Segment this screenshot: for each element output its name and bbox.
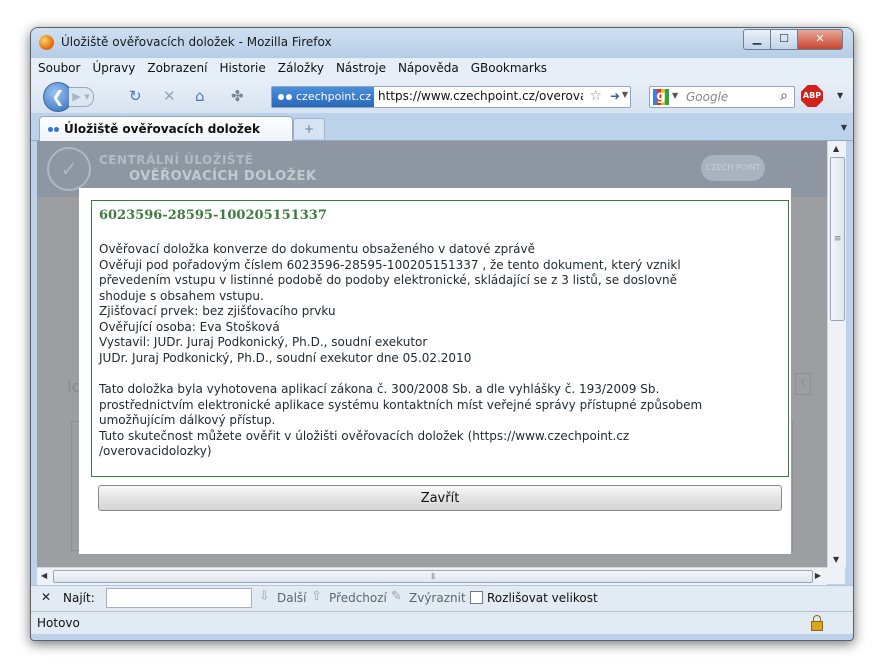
navigation-toolbar: ❮ ▶ ▾ ↻ ✕ ⌂ ✤ czechpoint.cz https://www.… xyxy=(31,79,853,113)
certificate-line: shoduje s obsahem vstupu. xyxy=(99,288,264,303)
google-engine-icon[interactable]: g xyxy=(653,89,669,105)
url-text[interactable]: https://www.czechpoint.cz/overovaci xyxy=(378,89,583,103)
search-bar[interactable]: g ▼ Google ⌕ xyxy=(649,86,795,108)
scroll-right-icon[interactable]: ▶ xyxy=(815,571,821,580)
certificate-line: Zjišťovací prvek: bez zjišťovacího prvku xyxy=(99,304,336,318)
match-case-label[interactable]: Rozlišovat velikost xyxy=(487,591,598,605)
find-label: Najít: xyxy=(63,591,95,605)
scroll-up-icon[interactable]: ▲ xyxy=(833,144,839,153)
menu-napoveda[interactable]: Nápověda xyxy=(391,58,464,75)
addon-icon[interactable]: ✤ xyxy=(231,87,244,105)
window-title: Úložiště ověřovacích doložek - Mozilla F… xyxy=(61,35,332,49)
search-icon[interactable]: ⌕ xyxy=(780,88,788,104)
match-case-checkbox[interactable] xyxy=(470,591,483,604)
browser-window: Úložiště ověřovacích doložek - Mozilla F… xyxy=(30,27,854,641)
vertical-scroll-thumb[interactable]: ≡ xyxy=(830,157,845,321)
new-tab-button[interactable]: + xyxy=(293,118,325,139)
find-next-button[interactable]: Další xyxy=(277,591,307,605)
checkmark-seal-icon: ✓ xyxy=(47,147,91,191)
highlight-button[interactable]: Zvýraznit xyxy=(409,591,466,605)
url-bar[interactable]: czechpoint.cz https://www.czechpoint.cz/… xyxy=(271,86,631,108)
scroll-down-icon[interactable]: ▼ xyxy=(833,555,839,564)
down-arrow-icon[interactable]: ⇩ xyxy=(259,589,270,604)
find-input[interactable] xyxy=(106,588,252,608)
status-bar: Hotovo xyxy=(31,611,853,634)
title-bar: Úložiště ověřovacích doložek - Mozilla F… xyxy=(31,28,853,58)
adblock-plus-icon[interactable]: ABP xyxy=(801,85,823,107)
vertical-scrollbar[interactable]: ▲ ≡ ▼ xyxy=(827,141,846,567)
find-previous-button[interactable]: Předchozí xyxy=(329,591,387,605)
certificate-line: převedením vstupu v listinné podobě do p… xyxy=(99,273,677,287)
scrollbar-corner xyxy=(827,567,845,584)
certificate-footer-line: prostřednictvím elektronické aplikace sy… xyxy=(99,397,703,412)
menu-soubor[interactable]: Soubor xyxy=(31,58,85,75)
find-bar: ✕ Najít: ⇩ Další ⇧ Předchozí ✎ Zvýraznit… xyxy=(31,585,853,611)
verification-dialog: 6023596-28595-100205151337 Ověřovací dol… xyxy=(79,188,791,554)
forward-button[interactable]: ▶ ▾ xyxy=(69,87,94,107)
certificate-footer-line: Tato doložka byla vyhotovena aplikací zá… xyxy=(99,382,660,396)
maximize-button[interactable]: ☐ xyxy=(770,29,798,50)
certificate-footer-line: umožňujícím dálkový přístup. xyxy=(99,413,276,427)
site-header-line1: CENTRÁLNÍ ÚLOŽIŠTĚ xyxy=(99,153,254,167)
czechpoint-logo: CZECH POINT xyxy=(701,155,765,181)
czechpoint-favicon xyxy=(48,127,53,132)
lock-icon[interactable] xyxy=(811,615,823,631)
certificate-footer-line: /overovacidolozky) xyxy=(99,444,212,458)
menu-upravy[interactable]: Úpravy xyxy=(85,58,140,75)
horizontal-scrollbar[interactable]: ◀ ⦀ ▶ xyxy=(37,567,827,585)
page-viewport: ✓ CENTRÁLNÍ ÚLOŽIŠTĚ OVĚŘOVACÍCH DOLOŽEK… xyxy=(37,141,827,567)
tab-label: Úložiště ověřovacích doložek xyxy=(64,122,261,136)
certificate-box: 6023596-28595-100205151337 Ověřovací dol… xyxy=(91,200,789,477)
firefox-icon xyxy=(39,35,54,50)
background-button: t xyxy=(795,373,811,395)
close-window-button[interactable]: ✕ xyxy=(797,29,843,50)
menu-zobrazeni[interactable]: Zobrazení xyxy=(140,58,212,75)
close-dialog-button[interactable]: Zavřít xyxy=(98,485,782,511)
certificate-footer-line: Tuto skutečnost můžete ověřit v úložišti… xyxy=(99,428,630,443)
go-icon[interactable]: ➜ xyxy=(610,89,620,103)
menu-historie[interactable]: Historie xyxy=(212,58,270,75)
search-placeholder: Google xyxy=(686,90,729,104)
minimize-button[interactable]: ▁ xyxy=(743,29,771,50)
certificate-line: Ověřující osoba: Eva Stošková xyxy=(99,319,280,334)
certificate-text: Ověřovací doložka konverze do dokumentu … xyxy=(99,242,781,460)
site-identity-badge[interactable]: czechpoint.cz xyxy=(272,87,374,107)
certificate-line: JUDr. Juraj Podkonický, Ph.D., soudní ex… xyxy=(99,350,472,365)
menu-zalozky[interactable]: Záložky xyxy=(271,58,329,75)
bookmark-star-icon[interactable]: ☆ xyxy=(589,88,602,104)
certificate-id: 6023596-28595-100205151337 xyxy=(99,208,327,223)
up-arrow-icon[interactable]: ⇧ xyxy=(311,589,322,604)
toolbar-overflow-icon[interactable]: ▼ xyxy=(837,91,843,100)
engine-dropdown-icon[interactable]: ▼ xyxy=(672,91,678,100)
close-find-icon[interactable]: ✕ xyxy=(41,590,51,604)
menu-gbookmarks[interactable]: GBookmarks xyxy=(464,58,552,75)
site-header-line2: OVĚŘOVACÍCH DOLOŽEK xyxy=(129,169,317,184)
tab-current[interactable]: Úložiště ověřovacích doložek xyxy=(39,116,293,141)
certificate-line: Vystavil: JUDr. Juraj Podkonický, Ph.D.,… xyxy=(99,335,428,349)
status-text: Hotovo xyxy=(37,616,80,630)
tab-strip: Úložiště ověřovacích doložek + ▼ xyxy=(31,113,853,141)
highlight-pen-icon[interactable]: ✎ xyxy=(391,589,402,604)
menu-bar: Soubor Úpravy Zobrazení Historie Záložky Nást… xyxy=(31,58,853,79)
url-dropdown-icon[interactable]: ▼ xyxy=(622,90,628,99)
tab-list-icon[interactable]: ▼ xyxy=(841,123,847,132)
reload-icon[interactable]: ↻ xyxy=(129,87,142,105)
scroll-left-icon[interactable]: ◀ xyxy=(41,571,47,580)
horizontal-scroll-thumb[interactable]: ⦀ xyxy=(53,570,813,583)
menu-nastroje[interactable]: Nástroje xyxy=(329,58,391,75)
home-icon[interactable]: ⌂ xyxy=(195,87,205,105)
certificate-line: Ověřuji pod pořadovým číslem 6023596-285… xyxy=(99,257,681,272)
stop-icon[interactable]: ✕ xyxy=(163,87,176,105)
certificate-line: Ověřovací doložka konverze do dokumentu … xyxy=(99,242,536,256)
